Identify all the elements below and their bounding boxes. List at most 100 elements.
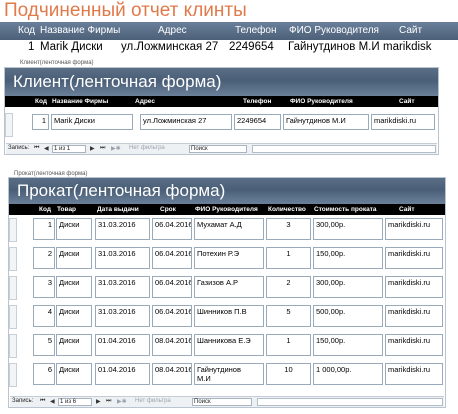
- rental-col-due: Срок: [160, 206, 176, 213]
- client-site-field[interactable]: marikdiski.ru: [371, 114, 435, 130]
- rental-due-field[interactable]: 06.04.2016: [152, 247, 192, 269]
- rental-record-selector[interactable]: [9, 363, 17, 387]
- rental-product-field[interactable]: Диски: [56, 247, 92, 269]
- rental-cost-field[interactable]: 1 000,00р.: [313, 363, 383, 385]
- rental-nav-filter[interactable]: Нет фильтра: [135, 398, 171, 404]
- client-col-address: Адрес: [135, 98, 155, 105]
- client-nav-label: Запись:: [8, 145, 30, 151]
- client-record-selector[interactable]: [5, 113, 13, 137]
- client-nav-next-icon[interactable]: ▶: [90, 145, 95, 152]
- client-record-navigator: Запись: ⏮ ◀ 1 из 1 ▶ ⏭ ▶✱ Нет фильтра По…: [6, 143, 437, 154]
- rental-record-navigator: Запись: ⏮ ◀ 1 из 6 ▶ ⏭ ▶✱ Нет фильтра По…: [10, 396, 444, 407]
- rental-issued-field[interactable]: 01.04.2016: [95, 363, 150, 385]
- rental-cost-field[interactable]: 300,00р.: [313, 276, 383, 298]
- rental-product-field[interactable]: Диски: [56, 276, 92, 298]
- rental-nav-new-icon[interactable]: ▶✱: [117, 398, 127, 405]
- client-col-site: Сайт: [399, 98, 415, 105]
- rental-director-field[interactable]: Потехин Р.Э: [194, 247, 264, 269]
- main-site: marikdisk: [383, 41, 432, 53]
- rental-due-field[interactable]: 06.04.2016: [152, 276, 192, 298]
- client-director-field[interactable]: Гайнутдинов М.И: [283, 114, 369, 130]
- client-nav-first-icon[interactable]: ⏮: [34, 145, 39, 152]
- rental-record-selector[interactable]: [9, 334, 17, 358]
- rental-qty-field[interactable]: 5: [266, 305, 311, 327]
- rental-site-field[interactable]: marikdiski.ru: [385, 305, 443, 327]
- client-h-scrollbar[interactable]: [252, 145, 436, 153]
- rental-site-field[interactable]: marikdiski.ru: [385, 247, 443, 269]
- rental-nav-next-icon[interactable]: ▶: [96, 398, 101, 405]
- rental-cost-field[interactable]: 150,00р.: [313, 334, 383, 356]
- rental-issued-field[interactable]: 31.03.2016: [95, 305, 150, 327]
- rental-due-field[interactable]: 06.04.2016: [152, 218, 192, 240]
- rental-issued-field[interactable]: 01.04.2016: [95, 334, 150, 356]
- rental-qty-field[interactable]: 1: [266, 247, 311, 269]
- main-code: 1: [28, 41, 35, 53]
- rental-nav-last-icon[interactable]: ⏭: [106, 398, 111, 405]
- rental-product-field[interactable]: Диски: [56, 218, 92, 240]
- rental-code-field[interactable]: 1: [33, 218, 55, 240]
- rental-record-selector[interactable]: [9, 276, 17, 300]
- rental-form-header: Прокат(ленточная форма): [9, 178, 445, 204]
- client-address-field[interactable]: ул.Ложминская 27: [140, 114, 232, 130]
- rental-h-scrollbar[interactable]: [257, 398, 443, 406]
- rental-cost-field[interactable]: 150,00р.: [313, 247, 383, 269]
- rental-qty-field[interactable]: 10: [266, 363, 311, 385]
- rental-nav-first-icon[interactable]: ⏮: [40, 398, 45, 405]
- rental-site-field[interactable]: marikdiski.ru: [385, 276, 443, 298]
- rental-director-field[interactable]: Шинников П.В: [194, 305, 264, 327]
- rental-nav-search[interactable]: Поиск: [192, 398, 252, 406]
- col-address: Адрес: [158, 25, 187, 36]
- rental-director-field[interactable]: Газизов А.Р: [194, 276, 264, 298]
- rental-qty-field[interactable]: 3: [266, 218, 311, 240]
- rental-nav-position[interactable]: 1 из 6: [58, 398, 92, 406]
- client-column-header: Код Название Фирмы Адрес Телефон ФИО Рук…: [5, 96, 438, 107]
- client-code-field[interactable]: 1: [32, 114, 49, 130]
- rental-cost-field[interactable]: 300,00р.: [313, 218, 383, 240]
- rental-issued-field[interactable]: 31.03.2016: [95, 247, 150, 269]
- rental-product-field[interactable]: Диски: [56, 305, 92, 327]
- rental-code-field[interactable]: 6: [33, 363, 55, 385]
- rental-record-selector[interactable]: [9, 247, 17, 271]
- rental-form-title: Прокат(ленточная форма): [17, 181, 226, 200]
- client-subform: Клиент(ленточная форма) Код Название Фир…: [4, 67, 439, 155]
- rental-issued-field[interactable]: 31.03.2016: [95, 276, 150, 298]
- rental-code-field[interactable]: 5: [33, 334, 55, 356]
- rental-due-field[interactable]: 08.04.2016: [152, 363, 192, 385]
- client-nav-prev-icon[interactable]: ◀: [44, 145, 49, 152]
- rental-subform: Прокат(ленточная форма) Код Товар Дата в…: [8, 177, 446, 408]
- rental-site-field[interactable]: marikdiski.ru: [385, 363, 443, 385]
- rental-due-field[interactable]: 06.04.2016: [152, 305, 192, 327]
- client-nav-search[interactable]: Поиск: [189, 145, 247, 153]
- client-nav-new-icon[interactable]: ▶✱: [111, 145, 121, 152]
- client-phone-field[interactable]: 2249654: [234, 114, 281, 130]
- rental-code-field[interactable]: 2: [33, 247, 55, 269]
- rental-code-field[interactable]: 3: [33, 276, 55, 298]
- rental-director-field[interactable]: Шанникова Е.Э: [194, 334, 264, 356]
- rental-product-field[interactable]: Диски: [56, 363, 92, 385]
- client-nav-last-icon[interactable]: ⏭: [100, 145, 105, 152]
- rental-cost-field[interactable]: 500,00р.: [313, 305, 383, 327]
- rental-product-field[interactable]: Диски: [56, 334, 92, 356]
- rental-director-field[interactable]: Мухамат А.Д: [194, 218, 264, 240]
- rental-site-field[interactable]: marikdiski.ru: [385, 334, 443, 356]
- rental-qty-field[interactable]: 2: [266, 276, 311, 298]
- rental-record-selector[interactable]: [9, 218, 17, 242]
- rental-director-field[interactable]: Гайнутдинов М.И: [194, 363, 264, 385]
- rental-record-selector[interactable]: [9, 305, 17, 329]
- client-nav-filter[interactable]: Нет фильтра: [129, 145, 165, 151]
- rental-col-product: Товар: [57, 206, 77, 213]
- client-form-title: Клиент(ленточная форма): [13, 72, 222, 91]
- rental-issued-field[interactable]: 31.03.2016: [95, 218, 150, 240]
- main-director: Гайнутдинов М.И: [288, 41, 380, 53]
- rental-site-field[interactable]: marikdiski.ru: [385, 218, 443, 240]
- client-nav-position[interactable]: 1 из 1: [52, 145, 86, 153]
- rental-col-cost: Стоимость проката: [314, 206, 377, 213]
- rental-nav-prev-icon[interactable]: ◀: [50, 398, 55, 405]
- rental-col-director: ФИО Руководителя: [195, 206, 258, 213]
- client-firm-field[interactable]: Marik Диски: [51, 114, 133, 130]
- main-phone: 2249654: [229, 41, 274, 53]
- rental-qty-field[interactable]: 1: [266, 334, 311, 356]
- rental-code-field[interactable]: 4: [33, 305, 55, 327]
- client-col-code: Код: [35, 98, 47, 105]
- rental-due-field[interactable]: 08.04.2016: [152, 334, 192, 356]
